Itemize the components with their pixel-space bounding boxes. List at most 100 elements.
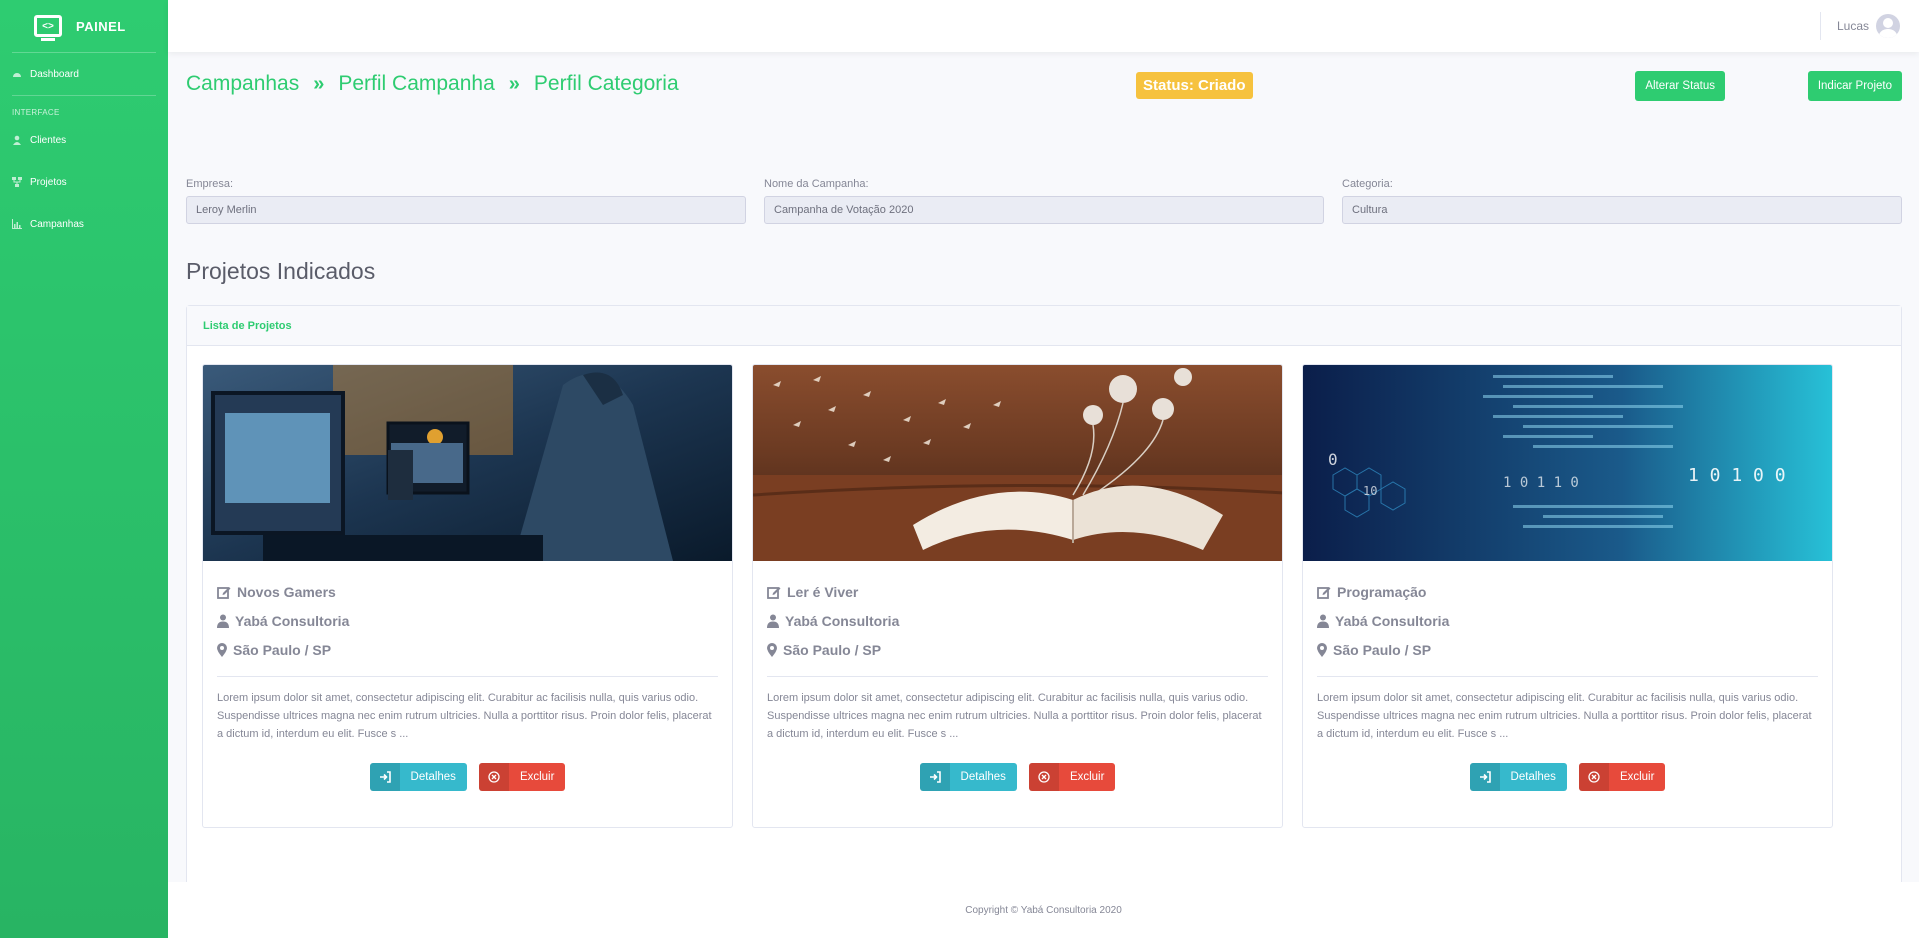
project-location: São Paulo / SP	[217, 635, 718, 664]
sidebar-heading: INTERFACE	[12, 108, 60, 117]
map-marker-icon	[767, 642, 777, 657]
user-tie-icon	[1317, 614, 1329, 628]
empresa-label: Empresa:	[186, 178, 234, 190]
details-label: Detalhes	[960, 771, 1006, 783]
brand-name: PAINEL	[76, 18, 126, 34]
map-marker-icon	[217, 642, 227, 657]
project-card: 0 10 1 0 1 1 0 1 0 1 0 0 Programação Yab…	[1302, 364, 1833, 828]
project-company: Yabá Consultoria	[767, 606, 1268, 635]
breadcrumb-item-perfil-categoria: Perfil Categoria	[533, 72, 679, 95]
project-company: Yabá Consultoria	[1317, 606, 1818, 635]
project-title-text: Ler é Viver	[787, 583, 859, 600]
user-tie-icon	[767, 614, 779, 628]
delete-label: Excluir	[1619, 771, 1655, 783]
sign-in-icon	[369, 763, 400, 791]
details-button[interactable]: Detalhes	[369, 763, 467, 791]
map-marker-icon	[1317, 642, 1327, 657]
project-company-text: Yabá Consultoria	[235, 612, 350, 629]
double-chevron-icon: »	[313, 72, 325, 95]
details-button[interactable]: Detalhes	[919, 763, 1017, 791]
laptop-code-icon: <>	[34, 15, 62, 41]
topbar: Lucas	[168, 0, 1919, 52]
sidebar-item-label: Campanhas	[30, 218, 84, 230]
edit-icon	[767, 586, 781, 599]
double-chevron-icon: »	[508, 72, 520, 95]
sign-in-icon	[1469, 763, 1500, 791]
project-description: Lorem ipsum dolor sit amet, consectetur …	[1317, 692, 1812, 740]
project-description: Lorem ipsum dolor sit amet, consectetur …	[217, 692, 712, 740]
project-image-code: 0 10 1 0 1 1 0 1 0 1 0 0	[1303, 365, 1832, 561]
projects-card-header: Lista de Projetos	[187, 306, 1901, 346]
times-circle-icon	[1028, 763, 1059, 791]
project-company-text: Yabá Consultoria	[1335, 612, 1450, 629]
sidebar-item-label: Clientes	[30, 134, 67, 146]
change-status-button[interactable]: Alterar Status	[1635, 71, 1725, 101]
card-divider	[767, 676, 1268, 677]
projects-card: Lista de Projetos Novos Gamers Yabá Cons…	[186, 305, 1902, 910]
empresa-input[interactable]: Leroy Merlin	[186, 196, 746, 224]
sidebar-item-label: Dashboard	[30, 68, 79, 80]
project-title-text: Programação	[1337, 583, 1427, 600]
tachometer-icon	[13, 73, 21, 77]
delete-button[interactable]: Excluir	[1578, 763, 1666, 791]
sidebar-item-dashboard[interactable]: Dashboard	[0, 53, 168, 95]
sidebar-item-clientes[interactable]: Clientes	[0, 119, 168, 161]
categoria-label: Categoria:	[1342, 178, 1393, 190]
sidebar-item-projetos[interactable]: Projetos	[0, 161, 168, 203]
sidebar-item-campanhas[interactable]: Campanhas	[0, 203, 168, 245]
project-image-book	[753, 365, 1282, 561]
sign-in-icon	[919, 763, 950, 791]
svg-text:1 0 1 0 0: 1 0 1 0 0	[1688, 465, 1786, 486]
breadcrumb-item-perfil-campanha[interactable]: Perfil Campanha	[338, 72, 494, 96]
user-name[interactable]: Lucas	[1837, 19, 1869, 33]
project-location-text: São Paulo / SP	[783, 641, 882, 658]
sitemap-icon	[12, 177, 22, 187]
breadcrumb: Campanhas » Perfil Campanha » Perfil Cat…	[186, 72, 679, 96]
project-company-text: Yabá Consultoria	[785, 612, 900, 629]
edit-icon	[217, 586, 231, 599]
footer: Copyright © Yabá Consultoria 2020	[168, 882, 1919, 938]
sidebar-item-label: Projetos	[30, 176, 67, 188]
delete-button[interactable]: Excluir	[1028, 763, 1116, 791]
edit-icon	[1317, 586, 1331, 599]
brand-link[interactable]: <> PAINEL	[0, 0, 168, 52]
categoria-input[interactable]: Cultura	[1342, 196, 1902, 224]
status-badge: Status: Criado	[1136, 72, 1253, 99]
avatar[interactable]	[1876, 14, 1900, 38]
campanha-input[interactable]: Campanha de Votação 2020	[764, 196, 1324, 224]
svg-text:1 0 1 1 0: 1 0 1 1 0	[1503, 475, 1579, 491]
card-divider	[217, 676, 718, 677]
svg-text:10: 10	[1363, 484, 1377, 498]
section-title: Projetos Indicados	[186, 258, 376, 284]
user-icon	[13, 135, 21, 145]
project-description: Lorem ipsum dolor sit amet, consectetur …	[767, 692, 1262, 740]
project-location-text: São Paulo / SP	[1333, 641, 1432, 658]
project-title: Ler é Viver	[767, 577, 1268, 606]
details-label: Detalhes	[1510, 771, 1556, 783]
svg-text:0: 0	[1328, 450, 1338, 469]
project-title: Novos Gamers	[217, 577, 718, 606]
chart-bar-icon	[12, 219, 22, 229]
categoria-field: Categoria: Cultura	[1342, 178, 1902, 224]
details-button[interactable]: Detalhes	[1469, 763, 1567, 791]
delete-label: Excluir	[1069, 771, 1105, 783]
campanha-label: Nome da Campanha:	[764, 178, 869, 190]
user-tie-icon	[217, 614, 229, 628]
main-content: Campanhas » Perfil Campanha » Perfil Cat…	[168, 52, 1919, 910]
campanha-field: Nome da Campanha: Campanha de Votação 20…	[764, 178, 1324, 224]
project-location-text: São Paulo / SP	[233, 641, 332, 658]
times-circle-icon	[1578, 763, 1609, 791]
delete-button[interactable]: Excluir	[478, 763, 566, 791]
indicate-project-button[interactable]: Indicar Projeto	[1807, 71, 1902, 101]
sidebar: <> PAINEL Dashboard INTERFACE Clientes P…	[0, 0, 168, 938]
project-card: Ler é Viver Yabá Consultoria São Paulo /…	[752, 364, 1283, 828]
project-title-text: Novos Gamers	[237, 583, 336, 600]
delete-label: Excluir	[519, 771, 555, 783]
breadcrumb-item-campanhas[interactable]: Campanhas	[186, 72, 299, 96]
details-label: Detalhes	[410, 771, 456, 783]
project-location: São Paulo / SP	[767, 635, 1268, 664]
project-company: Yabá Consultoria	[217, 606, 718, 635]
project-title: Programação	[1317, 577, 1818, 606]
topbar-divider	[1820, 12, 1821, 40]
card-divider	[1317, 676, 1818, 677]
